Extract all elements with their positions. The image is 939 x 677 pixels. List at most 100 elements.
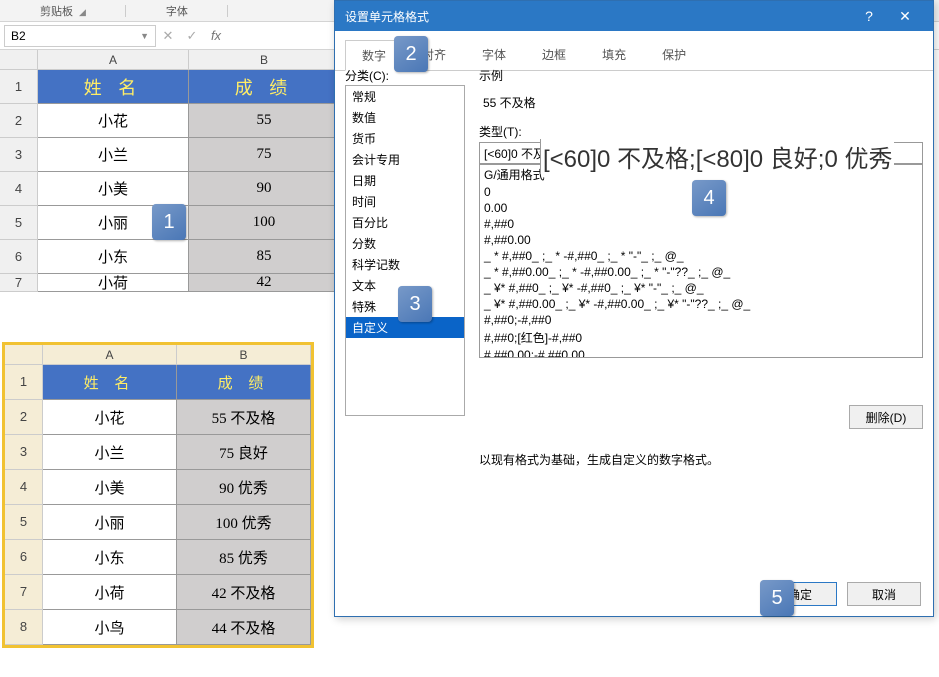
cell[interactable]: 55 不及格 (177, 400, 311, 435)
tab-border[interactable]: 边框 (525, 39, 583, 70)
tab-fill[interactable]: 填充 (585, 39, 643, 70)
step-5-badge: 5 (760, 580, 794, 616)
fx-icon[interactable]: fx (204, 28, 228, 43)
delete-button[interactable]: 删除(D) (849, 405, 923, 429)
cell[interactable]: 小美 (43, 470, 177, 505)
row-header[interactable]: 1 (5, 365, 43, 400)
format-item[interactable]: _ * #,##0.00_ ;_ * -#,##0.00_ ;_ * "-"??… (480, 264, 922, 280)
type-label: 类型(T): (479, 123, 923, 140)
chevron-down-icon[interactable]: ▼ (140, 31, 149, 41)
format-item[interactable]: #,##0;[红色]-#,##0 (480, 328, 922, 347)
cell[interactable]: 小丽 (43, 505, 177, 540)
format-item[interactable]: #,##0.00;-#,##0.00 (480, 347, 922, 358)
cell[interactable]: 小兰 (38, 138, 189, 172)
row-header[interactable]: 2 (5, 400, 43, 435)
dialog-title: 设置单元格格式 (345, 8, 429, 25)
category-list[interactable]: 常规 数值 货币 会计专用 日期 时间 百分比 分数 科学记数 文本 特殊 自定… (345, 85, 465, 416)
row-header[interactable]: 4 (5, 470, 43, 505)
step-1-badge: 1 (152, 204, 186, 240)
cell[interactable]: 小鸟 (43, 610, 177, 645)
example-label: 示例 (479, 67, 923, 84)
cancel-button[interactable]: 取消 (847, 582, 921, 606)
cell[interactable]: 100 优秀 (177, 505, 311, 540)
cancel-formula-icon[interactable]: ✕ (156, 28, 180, 44)
header-cell-score[interactable]: 成 绩 (177, 365, 311, 400)
cell[interactable]: 100 (189, 206, 340, 240)
row-header[interactable]: 2 (0, 104, 38, 138)
col-header-b[interactable]: B (177, 345, 311, 365)
row-header[interactable]: 1 (0, 70, 38, 104)
row-header[interactable]: 3 (0, 138, 38, 172)
step-2-badge: 2 (394, 36, 428, 72)
cell[interactable]: 小花 (38, 104, 189, 138)
cat-scientific[interactable]: 科学记数 (346, 254, 464, 275)
cat-accounting[interactable]: 会计专用 (346, 149, 464, 170)
cell[interactable]: 小荷 (43, 575, 177, 610)
cell[interactable]: 小东 (38, 240, 189, 274)
col-header-b[interactable]: B (189, 50, 340, 70)
example-value: 55 不及格 (479, 90, 923, 119)
cell[interactable]: 42 不及格 (177, 575, 311, 610)
worksheet-before: A B 1 姓 名 成 绩 2小花55 3小兰75 4小美90 5小丽100 6… (0, 50, 340, 292)
cell[interactable]: 90 优秀 (177, 470, 311, 505)
accept-formula-icon[interactable]: ✓ (180, 28, 204, 44)
header-cell-name[interactable]: 姓 名 (38, 70, 189, 104)
name-box-value: B2 (11, 29, 26, 43)
ribbon-group-font: 字体 (126, 3, 228, 19)
worksheet-after: A B 1姓 名成 绩 2小花55 不及格 3小兰75 良好 4小美90 优秀 … (2, 342, 314, 648)
cell[interactable]: 小东 (43, 540, 177, 575)
format-callout: [<60]0 不及格;[<80]0 良好;0 优秀 (540, 139, 894, 174)
hint-text: 以现有格式为基础，生成自定义的数字格式。 (479, 451, 719, 468)
format-item[interactable]: _ ¥* #,##0_ ;_ ¥* -#,##0_ ;_ ¥* "-"_ ;_ … (480, 280, 922, 296)
row-header[interactable]: 7 (5, 575, 43, 610)
cat-date[interactable]: 日期 (346, 170, 464, 191)
tab-protect[interactable]: 保护 (645, 39, 703, 70)
cell[interactable]: 小荷 (38, 274, 189, 292)
row-header[interactable]: 3 (5, 435, 43, 470)
cell[interactable]: 85 (189, 240, 340, 274)
format-item[interactable]: _ ¥* #,##0.00_ ;_ ¥* -#,##0.00_ ;_ ¥* "-… (480, 296, 922, 312)
col-header-a[interactable]: A (43, 345, 177, 365)
ribbon-clipboard-label: 剪贴板 (40, 6, 73, 18)
dialog-launcher-icon[interactable]: ◢ (79, 7, 86, 17)
row-header[interactable]: 6 (5, 540, 43, 575)
cell[interactable]: 小兰 (43, 435, 177, 470)
dialog-titlebar[interactable]: 设置单元格格式 ? ✕ (335, 1, 933, 31)
cell[interactable]: 85 优秀 (177, 540, 311, 575)
close-icon[interactable]: ✕ (887, 8, 923, 25)
select-all[interactable] (0, 50, 38, 70)
ribbon-group-clipboard: 剪贴板 ◢ (0, 3, 126, 19)
row-header[interactable]: 7 (0, 274, 38, 292)
cell[interactable]: 42 (189, 274, 340, 292)
format-item[interactable]: #,##0 (480, 216, 922, 232)
help-icon[interactable]: ? (851, 8, 887, 24)
header-cell-score[interactable]: 成 绩 (189, 70, 340, 104)
row-header[interactable]: 4 (0, 172, 38, 206)
format-item[interactable]: #,##0;-#,##0 (480, 312, 922, 328)
format-item[interactable]: #,##0.00 (480, 232, 922, 248)
row-header[interactable]: 6 (0, 240, 38, 274)
tab-font[interactable]: 字体 (465, 39, 523, 70)
cell[interactable]: 44 不及格 (177, 610, 311, 645)
cat-currency[interactable]: 货币 (346, 128, 464, 149)
cell[interactable]: 55 (189, 104, 340, 138)
row-header[interactable]: 8 (5, 610, 43, 645)
header-cell-name[interactable]: 姓 名 (43, 365, 177, 400)
ribbon-font-label: 字体 (166, 6, 188, 18)
cat-general[interactable]: 常规 (346, 86, 464, 107)
cell[interactable]: 75 (189, 138, 340, 172)
cat-time[interactable]: 时间 (346, 191, 464, 212)
cat-percent[interactable]: 百分比 (346, 212, 464, 233)
name-box[interactable]: B2 ▼ (4, 25, 156, 47)
row-header[interactable]: 5 (0, 206, 38, 240)
cat-fraction[interactable]: 分数 (346, 233, 464, 254)
cell[interactable]: 75 良好 (177, 435, 311, 470)
row-header[interactable]: 5 (5, 505, 43, 540)
select-all[interactable] (5, 345, 43, 365)
format-item[interactable]: _ * #,##0_ ;_ * -#,##0_ ;_ * "-"_ ;_ @_ (480, 248, 922, 264)
cell[interactable]: 小美 (38, 172, 189, 206)
cell[interactable]: 90 (189, 172, 340, 206)
col-header-a[interactable]: A (38, 50, 189, 70)
cat-number[interactable]: 数值 (346, 107, 464, 128)
cell[interactable]: 小花 (43, 400, 177, 435)
